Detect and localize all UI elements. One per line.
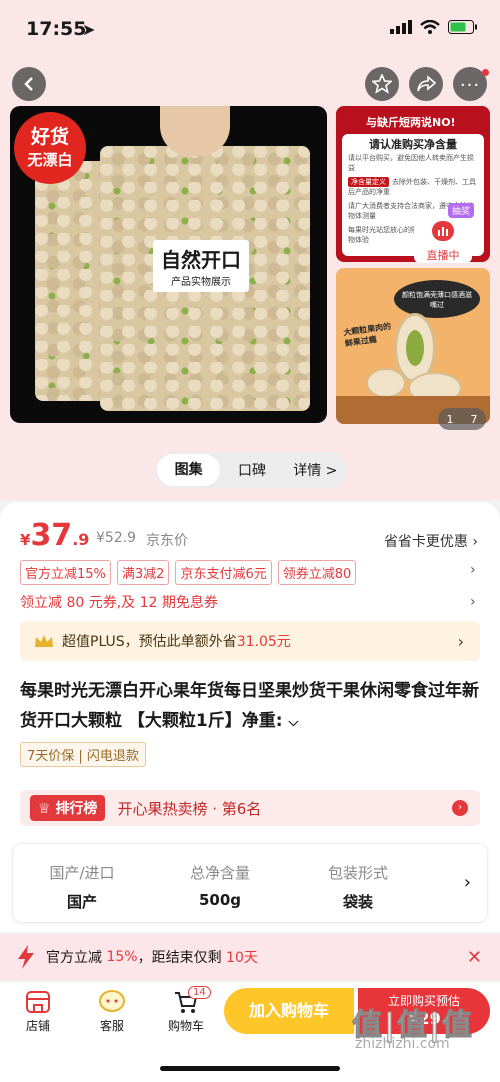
live-icon	[432, 221, 454, 241]
live-stream-button[interactable]: 抽奖 直播中	[414, 203, 474, 263]
cart-count-badge: 14	[188, 986, 211, 999]
status-bar: 17:55 ➤	[0, 0, 500, 60]
spec-origin: 国产/进口 国产	[49, 864, 115, 911]
image-overlay-label: 自然开口 产品实物展示	[153, 240, 249, 292]
signal-icon	[390, 20, 412, 34]
coupon-tag[interactable]: 京东支付减6元	[175, 560, 272, 585]
plus-chevron-icon: ›	[457, 631, 464, 651]
coupon-tag[interactable]: 官方立减15%	[20, 560, 111, 585]
more-button[interactable]: ...	[453, 67, 489, 101]
star-icon	[372, 74, 392, 94]
close-icon[interactable]: ✕	[467, 947, 482, 968]
service-icon	[99, 990, 125, 1012]
saving-card-link[interactable]: 省省卡更优惠 ›	[384, 531, 478, 551]
coupon-offer-line[interactable]: 领立减 80 元券,及 12 期免息券	[20, 592, 218, 612]
coupon-tag[interactable]: 满3减2	[116, 560, 170, 585]
lottery-badge: 抽奖	[447, 203, 474, 218]
add-to-cart-button[interactable]: 加入购物车	[224, 988, 354, 1034]
ranking-banner[interactable]: ♕ 排行榜 开心果热卖榜 · 第6名 ›	[20, 790, 480, 826]
promo-countdown-bar: 官方立减 15% ，距结束仅剩 10天 ✕	[0, 934, 500, 980]
battery-icon	[448, 20, 477, 34]
ranking-arrow-icon: ›	[452, 800, 468, 816]
sale-price: ¥37.9	[20, 518, 90, 553]
gallery-pager: 17	[438, 408, 486, 430]
home-indicator	[160, 1066, 340, 1071]
store-button[interactable]: 店铺	[8, 990, 68, 1034]
back-button[interactable]	[12, 67, 46, 101]
ranking-tag: ♕ 排行榜	[30, 795, 106, 821]
coupon-line-chevron-icon[interactable]: ›	[470, 594, 476, 610]
coupon-chevron-icon[interactable]: ›	[470, 562, 476, 578]
crown-icon	[35, 635, 53, 647]
share-icon	[417, 75, 436, 92]
more-icon: ...	[459, 69, 481, 91]
coupon-tag[interactable]: 领券立减80	[277, 560, 357, 585]
spec-packaging: 包装形式 袋装	[327, 864, 388, 911]
expand-title-icon[interactable]: ⌵	[288, 715, 298, 730]
share-button[interactable]	[409, 67, 443, 101]
cart-button[interactable]: 14 购物车	[156, 986, 216, 1034]
trophy-icon: ♕	[38, 801, 51, 817]
lightning-icon	[18, 945, 34, 969]
product-title: 每果时光无漂白开心果年货每日坚果炒货干果休闲零食过年新货开口大颗粒 【大颗粒1斤…	[20, 681, 479, 731]
status-time: 17:55	[26, 18, 87, 40]
tab-details[interactable]: 详情 >	[284, 460, 347, 480]
original-price: ¥52.9	[96, 530, 137, 546]
coupon-list: 官方立减15% 满3减2 京东支付减6元 领券立减80	[20, 560, 357, 585]
gallery-tabs: 图集 口碑 详情 >	[155, 452, 347, 488]
wifi-icon	[420, 20, 440, 34]
gallery-thumb-closeup[interactable]: 颜粒饱满壳薄口感酒滋嘴过 大颗粒果肉的鲜果过瘾	[336, 268, 490, 424]
favorite-button[interactable]	[365, 67, 399, 101]
tab-gallery[interactable]: 图集	[157, 454, 221, 486]
store-icon	[26, 991, 50, 1013]
spec-summary[interactable]: 国产/进口 国产 总净含量 500g 包装形式 袋装 ›	[12, 843, 488, 923]
customer-service-button[interactable]: 客服	[82, 990, 142, 1034]
spec-chevron-icon: ›	[463, 872, 471, 893]
tab-reviews[interactable]: 口碑	[220, 460, 283, 480]
back-icon	[24, 77, 33, 91]
quality-badge: 好货 无漂白	[14, 112, 86, 184]
plus-banner[interactable]: 超值PLUS，预估此单额外省 31.05元 ›	[20, 621, 480, 661]
location-icon: ➤	[82, 20, 96, 39]
spec-net-weight: 总净含量 500g	[189, 864, 250, 909]
service-badges[interactable]: 7天价保 | 闪电退款	[20, 742, 146, 767]
notification-dot	[482, 69, 489, 76]
watermark-url: zhizhizhi.com	[355, 1036, 450, 1052]
hand-image	[160, 106, 230, 156]
jd-price-label: 京东价	[146, 533, 188, 549]
